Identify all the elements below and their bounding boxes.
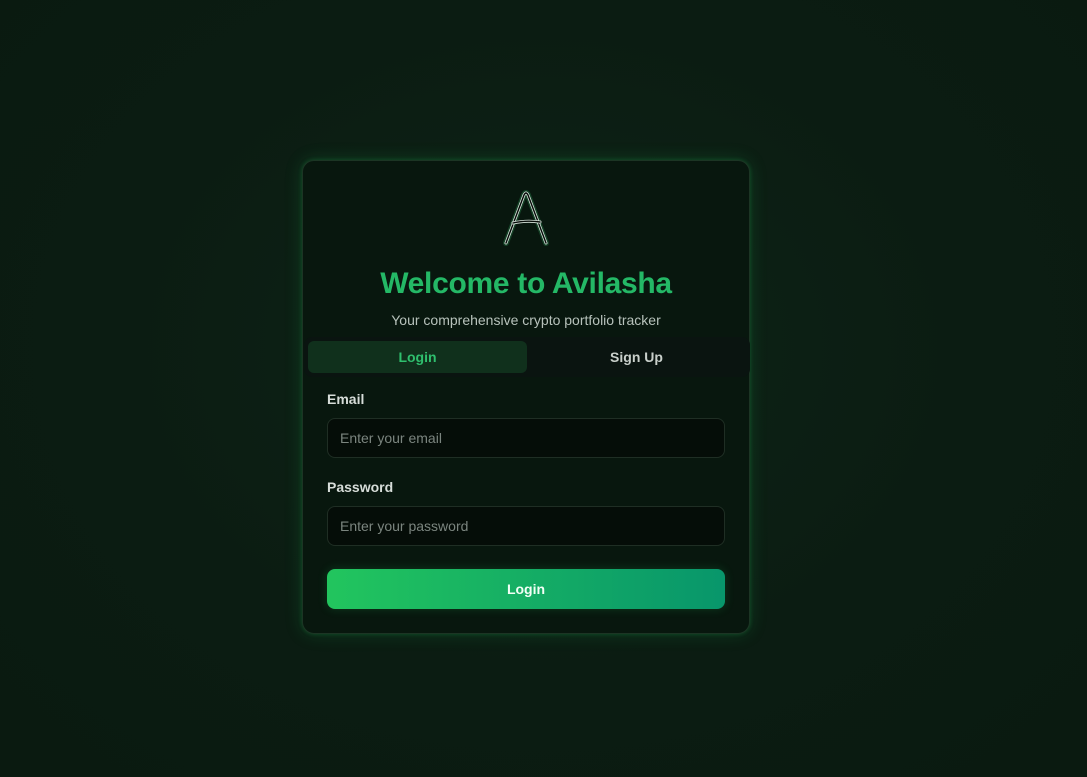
tab-login[interactable]: Login: [308, 341, 527, 373]
login-button[interactable]: Login: [327, 569, 725, 609]
tab-sign-up[interactable]: Sign Up: [527, 341, 746, 373]
avilasha-logo-icon: [503, 190, 549, 246]
password-label: Password: [327, 479, 394, 495]
auth-card: Welcome to Avilasha Your comprehensive c…: [302, 160, 750, 634]
email-field[interactable]: [327, 418, 725, 458]
email-label: Email: [327, 391, 365, 407]
page-title: Welcome to Avilasha: [380, 267, 672, 300]
page-subtitle: Your comprehensive crypto portfolio trac…: [391, 312, 661, 328]
auth-tabs: Login Sign Up: [304, 337, 750, 377]
password-field[interactable]: [327, 506, 725, 546]
